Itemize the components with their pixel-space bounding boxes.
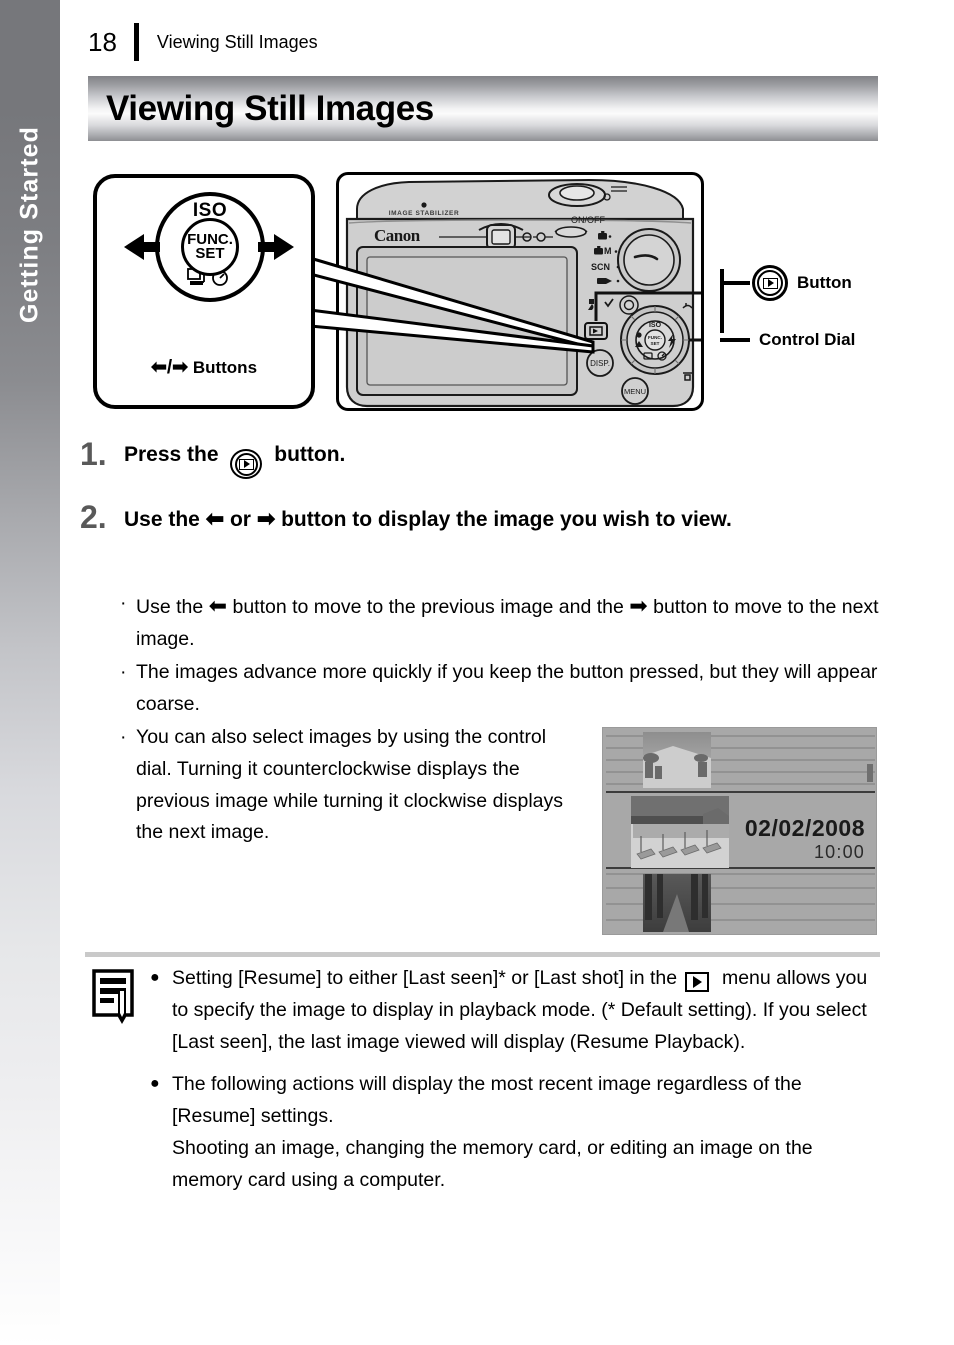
note-section: ● Setting [Resume] to either [Last seen]… (92, 963, 882, 1201)
lcd-date: 02/02/2008 (745, 815, 865, 841)
page-title: Viewing Still Images (106, 88, 434, 128)
bullet-1-part1: Use the (136, 596, 204, 618)
instruction-steps: 1. Press the button. 2. Use the ⬅ or ➡ b… (80, 438, 880, 539)
note-items: ● Setting [Resume] to either [Last seen]… (150, 963, 882, 1201)
sidebar-chapter-tab: Getting Started (0, 0, 60, 1345)
step-2-text-before: Use the (124, 508, 200, 531)
control-dial-label: Control Dial (720, 330, 855, 350)
playback-icon-triangle (767, 279, 774, 287)
svg-text:SET: SET (651, 341, 660, 346)
note-separator (85, 952, 880, 957)
right-arrow-icon: ➡ (256, 506, 276, 531)
bullet-body: Use the ⬅ button to move to the previous… (136, 588, 880, 655)
running-title: Viewing Still Images (156, 32, 318, 52)
step-1-text-after: button. (274, 443, 346, 466)
svg-text:ON/OFF: ON/OFF (571, 215, 605, 225)
step-1-number: 1. (80, 436, 107, 472)
section-title-banner: Viewing Still Images (88, 76, 878, 141)
header-divider (133, 23, 139, 61)
playback-icon-inner-ring (757, 270, 783, 296)
right-arrow-icon (274, 234, 294, 260)
playback-button-label-text: Button (797, 273, 852, 292)
left-arrow-icon: ⬅ (205, 506, 225, 531)
svg-text:FUNC.: FUNC. (648, 335, 662, 340)
bullet-marker: · (120, 726, 127, 749)
step-2-text-after: button to display the image you wish to … (281, 508, 732, 531)
playback-icon (230, 449, 263, 479)
lcd-sample-svg: 02/02/2008 10:00 (603, 728, 876, 934)
playback-icon-inner-ring (234, 452, 258, 476)
playback-menu-icon (684, 972, 709, 992)
right-arrow-icon: ➡ (629, 593, 648, 618)
leader-line (720, 281, 750, 285)
bullet-1-part2: button to move to the previous image and… (232, 596, 624, 618)
lcd-playback-sample: 02/02/2008 10:00 (602, 727, 877, 935)
page-header: 18 Viewing Still Images (88, 22, 318, 62)
caption-label: Buttons (192, 358, 258, 377)
lcd-time: 10:00 (814, 842, 865, 862)
note-item: ● The following actions will display the… (150, 1069, 882, 1197)
left-arrow-stem (142, 242, 160, 252)
caption-arrow-glyphs: ⬅/➡ (150, 357, 189, 378)
svg-text:Canon: Canon (374, 226, 421, 245)
step-2-number: 2. (80, 499, 107, 535)
left-arrow-icon: ⬅ (208, 593, 228, 618)
bullet-3-text: You can also select images by using the … (136, 726, 564, 844)
playback-icon-triangle (243, 460, 250, 468)
four-way-controller-callout: ISO FUNC. SET ⬅/➡ Buttons (93, 174, 315, 409)
page-number: 18 (88, 27, 117, 57)
func-set-button[interactable]: FUNC. SET (181, 218, 239, 276)
svg-text:DISP.: DISP. (590, 359, 610, 368)
note-1-part1: Setting [Resume] to either [Last seen]* … (172, 967, 678, 989)
svg-text:SCN: SCN (591, 262, 610, 272)
note-bullet-marker: ● (150, 1074, 160, 1092)
note-item: ● Setting [Resume] to either [Last seen]… (150, 963, 882, 1059)
playback-icon (752, 265, 788, 301)
bullet-item: · The images advance more quickly if you… (120, 657, 880, 720)
camera-body-svg: IMAGE STABILIZER Canon ON/OFF M SCN ISO … (345, 178, 701, 408)
svg-text:M: M (604, 246, 612, 256)
note-2-part1: The following actions will display the m… (172, 1072, 802, 1127)
memo-pencil-icon-svg (92, 969, 134, 1024)
note-2-part2: Shooting an image, changing the memory c… (172, 1136, 813, 1191)
left-arrow-icon (124, 234, 144, 260)
playback-button-label: Button (720, 265, 852, 301)
step-1-text-before: Press the (124, 443, 219, 466)
step-2-text: Use the ⬅ or ➡ button to display the ima… (124, 501, 864, 533)
playback-icon-frame (762, 277, 778, 289)
svg-text:MENU: MENU (624, 387, 646, 396)
step-1: 1. Press the button. (80, 438, 880, 479)
note-bullet-marker: ● (150, 969, 160, 986)
playback-menu-triangle (693, 976, 703, 988)
bullet-marker: · (120, 661, 127, 684)
step-1-text: Press the button. (124, 438, 345, 479)
svg-text:IMAGE STABILIZER: IMAGE STABILIZER (389, 210, 460, 217)
step-2: 2. Use the ⬅ or ➡ button to display the … (80, 501, 880, 533)
bullet-2-text: The images advance more quickly if you k… (136, 661, 878, 715)
sidebar-chapter-label: Getting Started (15, 125, 44, 324)
controller-caption: ⬅/➡ Buttons (97, 356, 311, 379)
playback-icon-frame (238, 458, 254, 470)
controller-ring-graphic: ISO FUNC. SET (124, 192, 294, 327)
note-item-body: Setting [Resume] to either [Last seen]* … (172, 963, 882, 1059)
note-item-body: The following actions will display the m… (172, 1069, 882, 1197)
bullet-item: · Use the ⬅ button to move to the previo… (120, 588, 880, 655)
bullet-marker: · (120, 592, 127, 614)
set-label: SET (195, 245, 225, 262)
bullet-item: · You can also select images by using th… (120, 722, 580, 848)
camera-diagram: ISO FUNC. SET ⬅/➡ Buttons IMAGE STABILIZ… (88, 170, 888, 415)
control-dial-label-text: Control Dial (759, 330, 856, 349)
svg-text:ISO: ISO (649, 322, 662, 329)
leader-line (720, 338, 750, 342)
memo-pencil-icon (92, 963, 150, 1201)
camera-back-illustration: IMAGE STABILIZER Canon ON/OFF M SCN ISO … (336, 172, 704, 411)
step-2-text-middle: or (229, 508, 251, 531)
